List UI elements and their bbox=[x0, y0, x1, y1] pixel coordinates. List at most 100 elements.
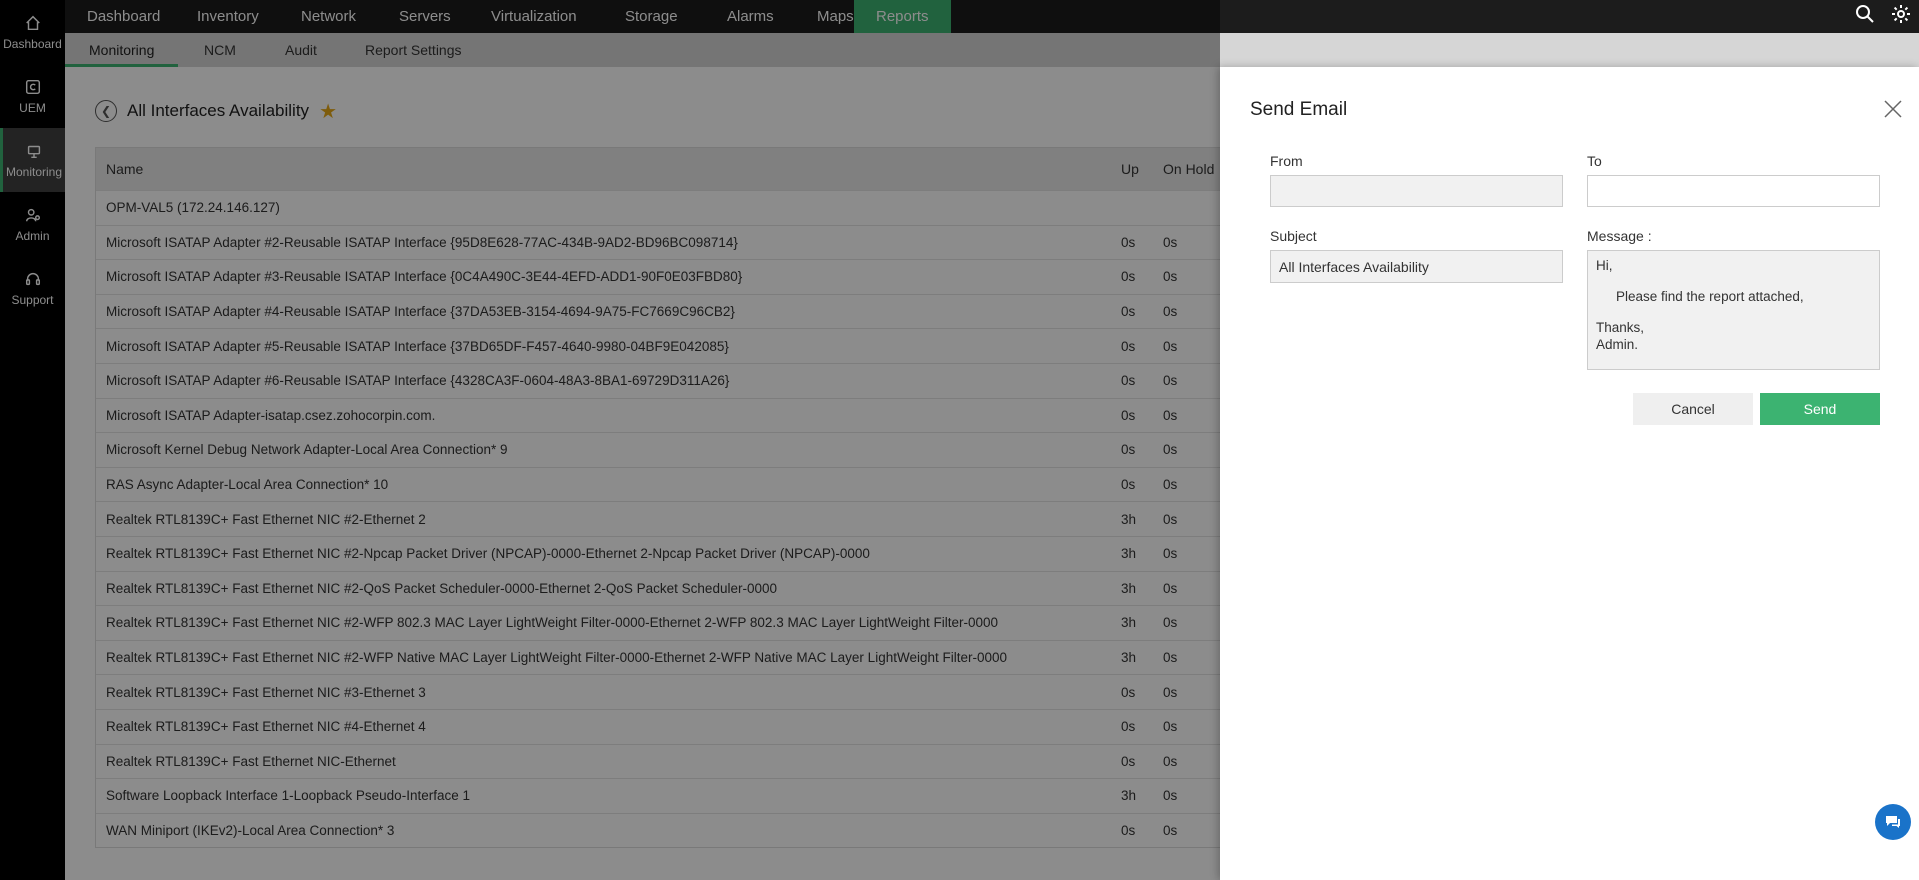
up-value: 0s bbox=[1121, 684, 1136, 700]
up-value: 0s bbox=[1121, 822, 1136, 838]
interface-name: Microsoft ISATAP Adapter #2-Reusable ISA… bbox=[106, 234, 738, 250]
home-icon bbox=[23, 13, 43, 33]
interface-name: Realtek RTL8139C+ Fast Ethernet NIC #2-Q… bbox=[106, 580, 777, 596]
sidebar-item-admin[interactable]: Admin bbox=[0, 192, 65, 256]
left-sidebar: Dashboard UEM Monitoring Admin Support bbox=[0, 0, 65, 880]
subject-field[interactable] bbox=[1270, 250, 1563, 283]
message-field[interactable]: Hi, Please find the report attached, Thank… bbox=[1587, 250, 1880, 370]
table-row[interactable]: WAN Miniport (IKEv2)-Local Area Connecti… bbox=[96, 812, 1364, 848]
sidebar-item-label: Dashboard bbox=[3, 37, 62, 51]
interface-name: Microsoft ISATAP Adapter #5-Reusable ISA… bbox=[106, 338, 729, 354]
monitoring-icon bbox=[24, 141, 44, 161]
interface-name: Realtek RTL8139C+ Fast Ethernet NIC #2-N… bbox=[106, 546, 870, 562]
interface-name: Microsoft Kernel Debug Network Adapter-L… bbox=[106, 442, 508, 458]
table-header: Name Up On Hold bbox=[96, 148, 1364, 190]
sidebar-item-uem[interactable]: UEM bbox=[0, 64, 65, 128]
message-line: Admin. bbox=[1596, 337, 1639, 352]
message-line: Hi, bbox=[1596, 258, 1613, 273]
page-title: All Interfaces Availability bbox=[127, 101, 310, 120]
table-row[interactable]: Software Loopback Interface 1-Loopback P… bbox=[96, 778, 1364, 813]
nav-alarms[interactable]: Alarms bbox=[705, 0, 796, 33]
close-icon[interactable] bbox=[1881, 97, 1905, 121]
sidebar-item-support[interactable]: Support bbox=[0, 256, 65, 320]
interface-name: Realtek RTL8139C+ Fast Ethernet NIC #2-E… bbox=[106, 511, 426, 527]
table-row[interactable]: Realtek RTL8139C+ Fast Ethernet NIC #2-W… bbox=[96, 605, 1364, 640]
subnav-ncm[interactable]: NCM bbox=[180, 33, 260, 67]
sub-navigation: Monitoring NCM Audit Report Settings bbox=[65, 33, 1919, 67]
interface-name: WAN Miniport (IKEv2)-Local Area Connecti… bbox=[106, 822, 395, 838]
nav-storage[interactable]: Storage bbox=[603, 0, 700, 33]
table-row[interactable]: Realtek RTL8139C+ Fast Ethernet NIC #4-E… bbox=[96, 708, 1364, 744]
up-value: 0s bbox=[1121, 338, 1136, 354]
gear-icon[interactable] bbox=[1891, 4, 1911, 29]
up-value: 0s bbox=[1121, 304, 1136, 320]
table-row[interactable]: Realtek RTL8139C+ Fast Ethernet NIC-Ethe… bbox=[96, 743, 1364, 779]
up-value: 3h bbox=[1121, 580, 1137, 596]
top-navigation: Dashboard Inventory Network Servers Virt… bbox=[65, 0, 1919, 33]
sidebar-item-label: Monitoring bbox=[5, 165, 63, 179]
cancel-button[interactable]: Cancel bbox=[1633, 393, 1753, 425]
subject-label: Subject bbox=[1270, 228, 1317, 244]
sidebar-item-label: Support bbox=[11, 293, 54, 307]
table-row[interactable]: RAS Async Adapter-Local Area Connection*… bbox=[96, 466, 1364, 502]
up-value: 3h bbox=[1121, 511, 1137, 527]
up-value: 3h bbox=[1121, 788, 1137, 804]
interface-name: Realtek RTL8139C+ Fast Ethernet NIC #4-E… bbox=[106, 719, 426, 735]
message-label: Message : bbox=[1587, 228, 1652, 244]
up-value: 0s bbox=[1121, 373, 1136, 389]
table-row[interactable]: Microsoft ISATAP Adapter #3-Reusable ISA… bbox=[96, 259, 1364, 294]
column-header-name[interactable]: Name bbox=[96, 161, 1121, 177]
sidebar-item-dashboard[interactable]: Dashboard bbox=[0, 0, 65, 64]
nav-network[interactable]: Network bbox=[279, 0, 378, 33]
table-body: Microsoft ISATAP Adapter #2-Reusable ISA… bbox=[96, 224, 1364, 848]
up-value: 0s bbox=[1121, 753, 1136, 769]
table-row[interactable]: Microsoft ISATAP Adapter #2-Reusable ISA… bbox=[96, 224, 1364, 260]
up-value: 0s bbox=[1121, 407, 1136, 423]
subnav-audit[interactable]: Audit bbox=[261, 33, 341, 67]
column-header-up[interactable]: Up bbox=[1121, 161, 1163, 177]
table-row[interactable]: Realtek RTL8139C+ Fast Ethernet NIC #2-Q… bbox=[96, 570, 1364, 606]
send-email-panel: Send Email From To Subject Message : Hi,… bbox=[1220, 67, 1919, 880]
nav-virtualization[interactable]: Virtualization bbox=[469, 0, 599, 33]
table-row[interactable]: Microsoft ISATAP Adapter #5-Reusable ISA… bbox=[96, 328, 1364, 363]
nav-dashboard[interactable]: Dashboard bbox=[65, 0, 182, 33]
interface-name: Realtek RTL8139C+ Fast Ethernet NIC-Ethe… bbox=[106, 753, 396, 769]
search-icon[interactable] bbox=[1855, 4, 1875, 29]
interface-name: Microsoft ISATAP Adapter #4-Reusable ISA… bbox=[106, 304, 735, 320]
to-field[interactable] bbox=[1587, 175, 1880, 207]
send-button[interactable]: Send bbox=[1760, 393, 1880, 425]
table-row[interactable]: Realtek RTL8139C+ Fast Ethernet NIC #2-N… bbox=[96, 535, 1364, 571]
up-value: 0s bbox=[1121, 442, 1136, 458]
up-value: 0s bbox=[1121, 477, 1136, 493]
back-icon[interactable]: ❮ bbox=[95, 100, 117, 122]
table-row[interactable]: Microsoft ISATAP Adapter #4-Reusable ISA… bbox=[96, 293, 1364, 329]
subnav-report-settings[interactable]: Report Settings bbox=[341, 33, 486, 67]
uem-icon bbox=[23, 77, 43, 97]
group-name: OPM-VAL5 (172.24.146.127) bbox=[106, 200, 280, 216]
nav-inventory[interactable]: Inventory bbox=[175, 0, 281, 33]
interface-name: Realtek RTL8139C+ Fast Ethernet NIC #2-W… bbox=[106, 615, 999, 631]
headset-icon bbox=[23, 269, 43, 289]
from-field[interactable] bbox=[1270, 175, 1563, 207]
table-row[interactable]: Realtek RTL8139C+ Fast Ethernet NIC #3-E… bbox=[96, 674, 1364, 709]
table-row[interactable]: Realtek RTL8139C+ Fast Ethernet NIC #2-E… bbox=[96, 501, 1364, 536]
admin-icon bbox=[23, 205, 43, 225]
interface-name: RAS Async Adapter-Local Area Connection*… bbox=[106, 477, 389, 493]
up-value: 0s bbox=[1121, 269, 1136, 285]
page-header: ❮ All Interfaces Availability ★ bbox=[95, 97, 337, 125]
interface-name: Realtek RTL8139C+ Fast Ethernet NIC #3-E… bbox=[106, 684, 426, 700]
message-line: Thanks, bbox=[1596, 320, 1645, 335]
subnav-monitoring[interactable]: Monitoring bbox=[65, 33, 179, 67]
table-row[interactable]: Microsoft ISATAP Adapter-isatap.csez.zoh… bbox=[96, 397, 1364, 433]
nav-reports[interactable]: Reports bbox=[854, 0, 951, 33]
panel-title: Send Email bbox=[1250, 99, 1348, 120]
table-row[interactable]: Microsoft Kernel Debug Network Adapter-L… bbox=[96, 432, 1364, 467]
chat-icon[interactable] bbox=[1875, 804, 1911, 840]
sidebar-item-monitoring[interactable]: Monitoring bbox=[0, 128, 65, 192]
star-icon[interactable]: ★ bbox=[319, 99, 337, 124]
table-row[interactable]: Realtek RTL8139C+ Fast Ethernet NIC #2-W… bbox=[96, 639, 1364, 675]
table-row[interactable]: Microsoft ISATAP Adapter #6-Reusable ISA… bbox=[96, 362, 1364, 398]
up-value: 3h bbox=[1121, 615, 1137, 631]
nav-servers[interactable]: Servers bbox=[377, 0, 473, 33]
interface-name: Software Loopback Interface 1-Loopback P… bbox=[106, 788, 470, 804]
